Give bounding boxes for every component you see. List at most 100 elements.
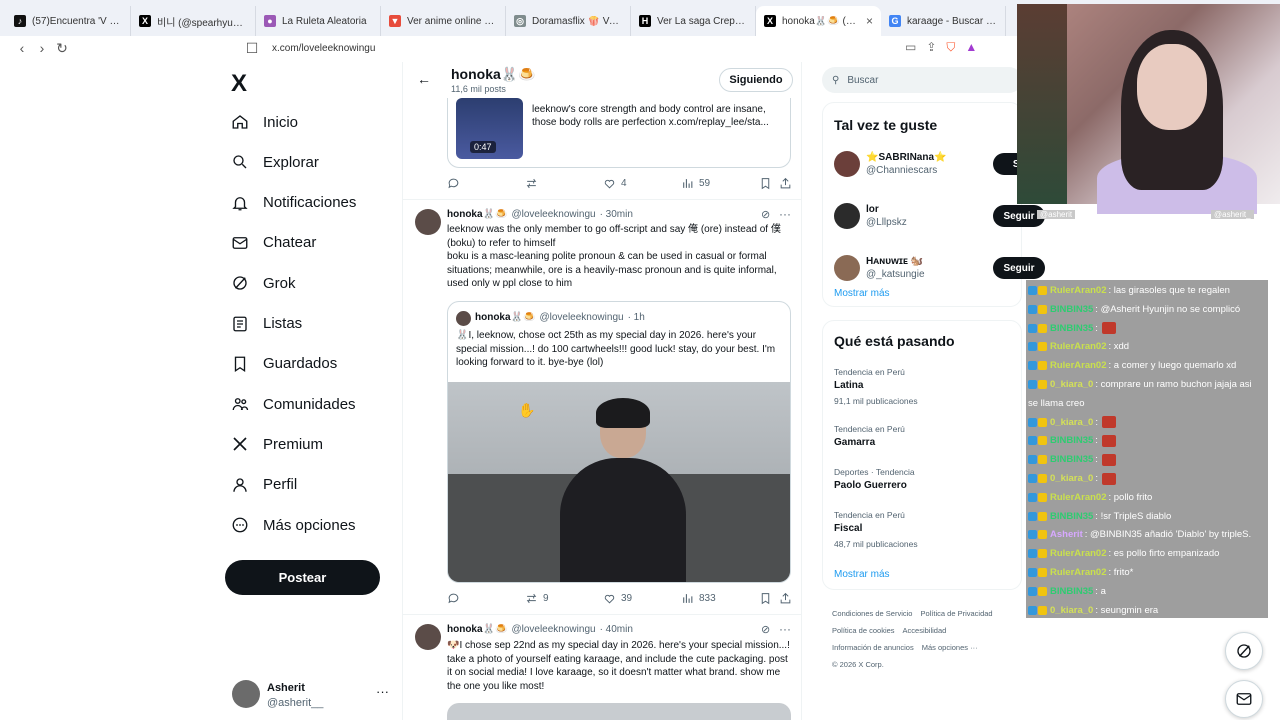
bookmark-button[interactable] bbox=[759, 177, 772, 190]
footer-link[interactable]: © 2026 X Corp. bbox=[832, 660, 884, 669]
chat-username[interactable]: BINBIN35 bbox=[1050, 323, 1093, 334]
tweet-media[interactable] bbox=[447, 703, 791, 720]
chat-username[interactable]: RulerAran02 bbox=[1050, 285, 1107, 296]
chat-username[interactable]: BINBIN35 bbox=[1050, 586, 1093, 597]
sidebar-item-notificaciones[interactable]: Notificaciones bbox=[231, 191, 356, 215]
browser-tab[interactable]: ◎ Doramasflix 🍿 Ver Doram bbox=[506, 6, 631, 36]
sidebar-item-perfil[interactable]: Perfil bbox=[231, 473, 297, 497]
forward-nav-icon[interactable]: › bbox=[32, 40, 52, 56]
share-button[interactable] bbox=[779, 177, 792, 190]
chat-username[interactable]: Asherit bbox=[1050, 529, 1083, 540]
show-more-link[interactable]: Mostrar más bbox=[834, 288, 890, 299]
trend-name[interactable]: Gamarra bbox=[834, 437, 875, 448]
brave-rewards-icon[interactable]: ▲ bbox=[965, 40, 977, 55]
reload-icon[interactable]: ↻ bbox=[52, 40, 72, 57]
views-button[interactable]: 833 bbox=[681, 592, 716, 605]
bookmark-button[interactable] bbox=[759, 592, 772, 605]
like-button[interactable]: 4 bbox=[603, 177, 627, 190]
back-nav-icon[interactable]: ‹ bbox=[12, 40, 32, 56]
chat-username[interactable]: 0_kiara_0 bbox=[1050, 473, 1093, 484]
browser-tab[interactable]: X 비니 (@spearhyunnie) / X bbox=[131, 6, 256, 36]
chat-username[interactable]: 0_kiara_0 bbox=[1050, 417, 1093, 428]
tweet-author-handle[interactable]: @loveleeknowingu bbox=[511, 209, 595, 220]
search-input[interactable]: ⚲ Buscar bbox=[822, 67, 1022, 93]
grok-icon[interactable]: ⊘ bbox=[761, 208, 770, 221]
like-button[interactable]: 39 bbox=[603, 592, 632, 605]
chat-username[interactable]: 0_kiara_0 bbox=[1050, 605, 1093, 616]
browser-tab[interactable]: ● La Ruleta Aleatoria bbox=[256, 6, 381, 36]
share-icon[interactable]: ⇪ bbox=[926, 40, 936, 55]
more-icon[interactable]: ··· bbox=[779, 622, 791, 636]
tweet-author-handle[interactable]: @loveleeknowingu bbox=[511, 624, 595, 635]
avatar[interactable] bbox=[834, 255, 860, 281]
back-arrow-icon[interactable]: ← bbox=[417, 71, 431, 87]
chat-username[interactable]: RulerAran02 bbox=[1050, 341, 1107, 352]
avatar[interactable] bbox=[834, 203, 860, 229]
video-thumbnail[interactable]: 0:47 bbox=[456, 98, 523, 159]
sidebar-item-listas[interactable]: Listas bbox=[231, 312, 302, 336]
chat-username[interactable]: RulerAran02 bbox=[1050, 360, 1107, 371]
browser-tab[interactable]: ▼ Ver anime online - Anime bbox=[381, 6, 506, 36]
sidebar-item-explorar[interactable]: Explorar bbox=[231, 150, 319, 174]
sidebar-item-grok[interactable]: Grok bbox=[231, 271, 296, 295]
browser-tab[interactable]: ♪ (57)Encuentra 'V x I.N' en bbox=[6, 6, 131, 36]
browser-tab[interactable]: Gkaraage - Buscar con Goo bbox=[881, 6, 1006, 36]
reply-button[interactable] bbox=[447, 177, 460, 190]
quote-video[interactable]: ✋ bbox=[448, 382, 790, 582]
browser-tab[interactable]: H Ver La saga Crepúsculo: La bbox=[631, 6, 756, 36]
views-button[interactable]: 59 bbox=[681, 177, 710, 190]
messages-button[interactable] bbox=[1225, 680, 1263, 718]
chat-username[interactable]: BINBIN35 bbox=[1050, 454, 1093, 465]
following-button[interactable]: Siguiendo bbox=[719, 68, 793, 92]
tweet-time[interactable]: · 40min bbox=[600, 624, 633, 635]
cast-icon[interactable]: ▭ bbox=[905, 40, 916, 55]
more-icon[interactable]: ··· bbox=[376, 684, 389, 699]
chat-username[interactable]: RulerAran02 bbox=[1050, 492, 1107, 503]
tweet-avatar[interactable] bbox=[415, 209, 441, 235]
suggested-user-name[interactable]: lor bbox=[866, 204, 879, 215]
tweet-author-name[interactable]: honoka🐰🍮 bbox=[447, 624, 507, 635]
post-button[interactable]: Postear bbox=[225, 560, 380, 595]
sidebar-item-más-opciones[interactable]: Más opciones bbox=[231, 513, 356, 537]
retweet-button[interactable]: 9 bbox=[525, 592, 549, 605]
grok-icon[interactable]: ⊘ bbox=[761, 623, 770, 636]
footer-link[interactable]: Accesibilidad bbox=[903, 626, 947, 635]
footer-link[interactable]: Información de anuncios bbox=[832, 643, 914, 652]
retweet-button[interactable] bbox=[525, 177, 538, 190]
quoted-tweet[interactable]: honoka🐰🍮 @loveleeknowingu · 1h 🐰I, leekn… bbox=[447, 301, 791, 583]
browser-tab[interactable]: Xhonoka🐰🍮 (@love × bbox=[756, 6, 881, 36]
link-card[interactable]: 0:47 leeknow's core strength and body co… bbox=[447, 98, 791, 168]
reply-button[interactable] bbox=[447, 592, 460, 605]
sidebar-item-inicio[interactable]: Inicio bbox=[231, 110, 298, 134]
chat-username[interactable]: BINBIN35 bbox=[1050, 511, 1093, 522]
footer-link[interactable]: Más opciones ··· bbox=[922, 643, 978, 652]
chat-username[interactable]: RulerAran02 bbox=[1050, 567, 1107, 578]
footer-link[interactable]: Condiciones de Servicio bbox=[832, 609, 912, 618]
more-icon[interactable]: ··· bbox=[779, 207, 791, 221]
sidebar-item-guardados[interactable]: Guardados bbox=[231, 352, 337, 376]
tweet-author-name[interactable]: honoka🐰🍮 bbox=[447, 209, 507, 220]
sidebar-item-premium[interactable]: Premium bbox=[231, 432, 323, 456]
trend-name[interactable]: Latina bbox=[834, 380, 863, 391]
show-more-link[interactable]: Mostrar más bbox=[834, 569, 890, 580]
suggested-user-name[interactable]: ⭐SABRINana⭐ bbox=[866, 152, 946, 163]
trend-name[interactable]: Fiscal bbox=[834, 523, 862, 534]
avatar[interactable] bbox=[834, 151, 860, 177]
tab-close-icon[interactable]: × bbox=[866, 14, 873, 28]
tweet-avatar[interactable] bbox=[415, 624, 441, 650]
footer-link[interactable]: Política de cookies bbox=[832, 626, 895, 635]
suggested-user-name[interactable]: Hᴀɴᴜᴡɪᴇ 🐿️ bbox=[866, 256, 923, 267]
chat-username[interactable]: BINBIN35 bbox=[1050, 435, 1093, 446]
sidebar-item-comunidades[interactable]: Comunidades bbox=[231, 392, 356, 416]
grok-button[interactable] bbox=[1225, 632, 1263, 670]
trend-name[interactable]: Paolo Guerrero bbox=[834, 480, 907, 491]
brave-shield-icon[interactable]: ⛉ bbox=[946, 40, 955, 55]
follow-button[interactable]: Seguir bbox=[993, 257, 1045, 279]
sidebar-item-chatear[interactable]: Chatear bbox=[231, 231, 316, 255]
share-button[interactable] bbox=[779, 592, 792, 605]
chat-username[interactable]: 0_kiara_0 bbox=[1050, 379, 1093, 390]
x-logo[interactable]: X bbox=[231, 70, 247, 98]
chat-username[interactable]: BINBIN35 bbox=[1050, 304, 1093, 315]
chat-username[interactable]: RulerAran02 bbox=[1050, 548, 1107, 559]
bookmark-page-icon[interactable]: ☐ bbox=[242, 40, 262, 57]
